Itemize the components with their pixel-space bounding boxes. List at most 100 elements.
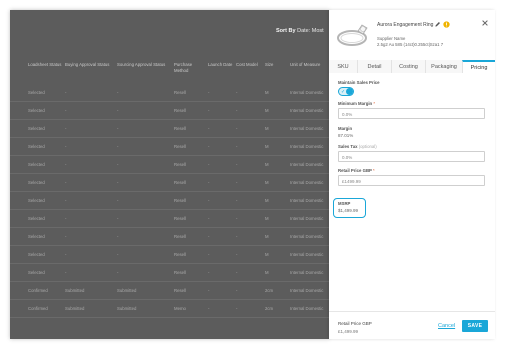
table-cell: Selected [28,108,45,113]
table-cell: M [265,162,269,167]
pencil-icon[interactable] [434,21,441,28]
table-cell: Selected [28,162,45,167]
column-header[interactable]: Buying Approval Status [65,62,114,68]
table-cell: Submitted [117,306,137,311]
table-cell: Selected [28,216,45,221]
table-row[interactable]: Confirmed Submitted Submitted Memo - - 2cm Inte… [10,300,329,318]
tab-packaging[interactable]: Packaging [425,60,462,73]
column-header[interactable]: Sourcing Approval Status [117,62,171,68]
column-header[interactable]: Purchase Method [174,62,205,73]
column-header[interactable]: Launch Date [208,62,233,68]
table-cell: - [236,306,238,311]
table-cell: - [236,144,238,149]
column-header[interactable]: Cost Model [236,62,262,68]
table-cell: - [236,108,238,113]
maintain-sales-price-toggle[interactable]: ✓ [338,87,354,96]
table-cell: - [208,162,210,167]
table-cell: - [65,108,67,113]
warning-icon [443,21,450,28]
product-detail-panel: Aurora Engagement Ring Supplier Name 2.5… [329,10,495,339]
table-cell: M [265,126,269,131]
tab-detail[interactable]: Detail [357,60,391,73]
table-cell: - [236,270,238,275]
tab-sku[interactable]: SKU [329,60,357,73]
table-cell: - [236,126,238,131]
supplier-name: Supplier Name [377,36,406,41]
table-cell: Submitted [117,288,137,293]
table-cell: - [117,234,119,239]
table-cell: Selected [28,270,45,275]
table-cell: - [236,252,238,257]
table-cell: Resell [174,270,186,275]
table-cell: - [236,180,238,185]
table-cell: Internal Domestic [290,108,324,113]
table-cell: Memo [174,306,186,311]
table-row[interactable]: Selected - - Resell - - M Internal Domestic [10,210,329,228]
tab-costing[interactable]: Costing [391,60,425,73]
table-row[interactable]: Selected - - Resell - - M Internal Domestic [10,228,329,246]
column-header[interactable]: Loadsheet Status [28,62,62,68]
table-row[interactable]: Selected - - Resell - - M Internal Domestic [10,192,329,210]
table-cell: M [265,252,269,257]
sales-tax-input[interactable]: 0.0% [338,151,485,162]
table-cell: - [65,144,67,149]
table-cell: M [265,216,269,221]
table-row[interactable]: Selected - - Resell - - M Internal Domestic [10,84,329,102]
background-app: Sort By Date: Most Loadsheet Status Buyin… [10,10,329,339]
close-icon[interactable] [481,19,489,27]
table-row[interactable]: Selected - - Resell - - M Internal Domestic [10,120,329,138]
table-cell: 2cm [265,288,274,293]
table-cell: M [265,270,269,275]
table-cell: - [65,198,67,203]
table-cell: Resell [174,90,186,95]
minimum-margin-input[interactable]: 0.0% [338,108,485,119]
tab-pricing[interactable]: Pricing [462,60,495,73]
column-header[interactable]: Size [265,62,287,68]
footer-retail-price-label: Retail Price GBP [338,321,372,326]
table-row[interactable]: Selected - - Resell - - M Internal Domestic [10,156,329,174]
sort-by[interactable]: Sort By Date: Most [276,28,324,34]
table-cell: - [208,108,210,113]
table-row[interactable]: Selected - - Resell - - M Internal Domestic [10,174,329,192]
table-cell: - [65,234,67,239]
save-button[interactable]: SAVE [462,320,488,332]
table-cell: - [117,162,119,167]
column-header[interactable]: Unit of Measure [290,62,329,68]
table-cell: Selected [28,180,45,185]
table-cell: Resell [174,216,186,221]
table-body: Selected - - Resell - - M Internal Domestic Sele… [10,84,329,318]
product-description: 2.5g2 Au 585 (14ct)0.255ct|Sza1 7 [377,42,444,47]
table-cell: Selected [28,252,45,257]
table-cell: - [117,90,119,95]
table-row[interactable]: Selected - - Resell - - M Internal Domestic [10,138,329,156]
table-cell: - [208,252,210,257]
table-cell: Selected [28,234,45,239]
cancel-button[interactable]: Cancel [438,323,455,329]
panel-footer: Retail Price GBP £1,499.99 Cancel SAVE [329,311,495,339]
table-row[interactable]: Confirmed Submitted Submitted Resell - - 2cm In… [10,282,329,300]
table-cell: Resell [174,126,186,131]
table-cell: - [236,162,238,167]
table-cell: - [236,234,238,239]
sort-by-value: Date: Most [297,28,324,34]
table-row[interactable]: Selected - - Resell - - M Internal Domestic [10,264,329,282]
table-cell: - [117,108,119,113]
table-cell: Internal Domestic [290,162,324,167]
panel-tabs: SKU Detail Costing Packaging Pricing [329,60,495,73]
table-row[interactable]: Selected - - Resell - - M Internal Domestic [10,102,329,120]
table-cell: Submitted [65,288,85,293]
table-cell: - [117,252,119,257]
table-cell: Resell [174,234,186,239]
table-cell: 2cm [265,306,274,311]
table-cell: M [265,234,269,239]
table-cell: - [65,90,67,95]
maintain-sales-price-label: Maintain Sales Price [338,80,380,85]
table-cell: - [117,180,119,185]
sales-tax-label: Sales Tax [338,144,358,149]
table-row[interactable]: Selected - - Resell - - M Internal Domestic [10,246,329,264]
table-cell: Internal Domestic [290,198,324,203]
table-cell: - [236,90,238,95]
retail-price-input[interactable]: £1499.99 [338,175,485,186]
table-cell: - [117,126,119,131]
table-cell: Resell [174,162,186,167]
